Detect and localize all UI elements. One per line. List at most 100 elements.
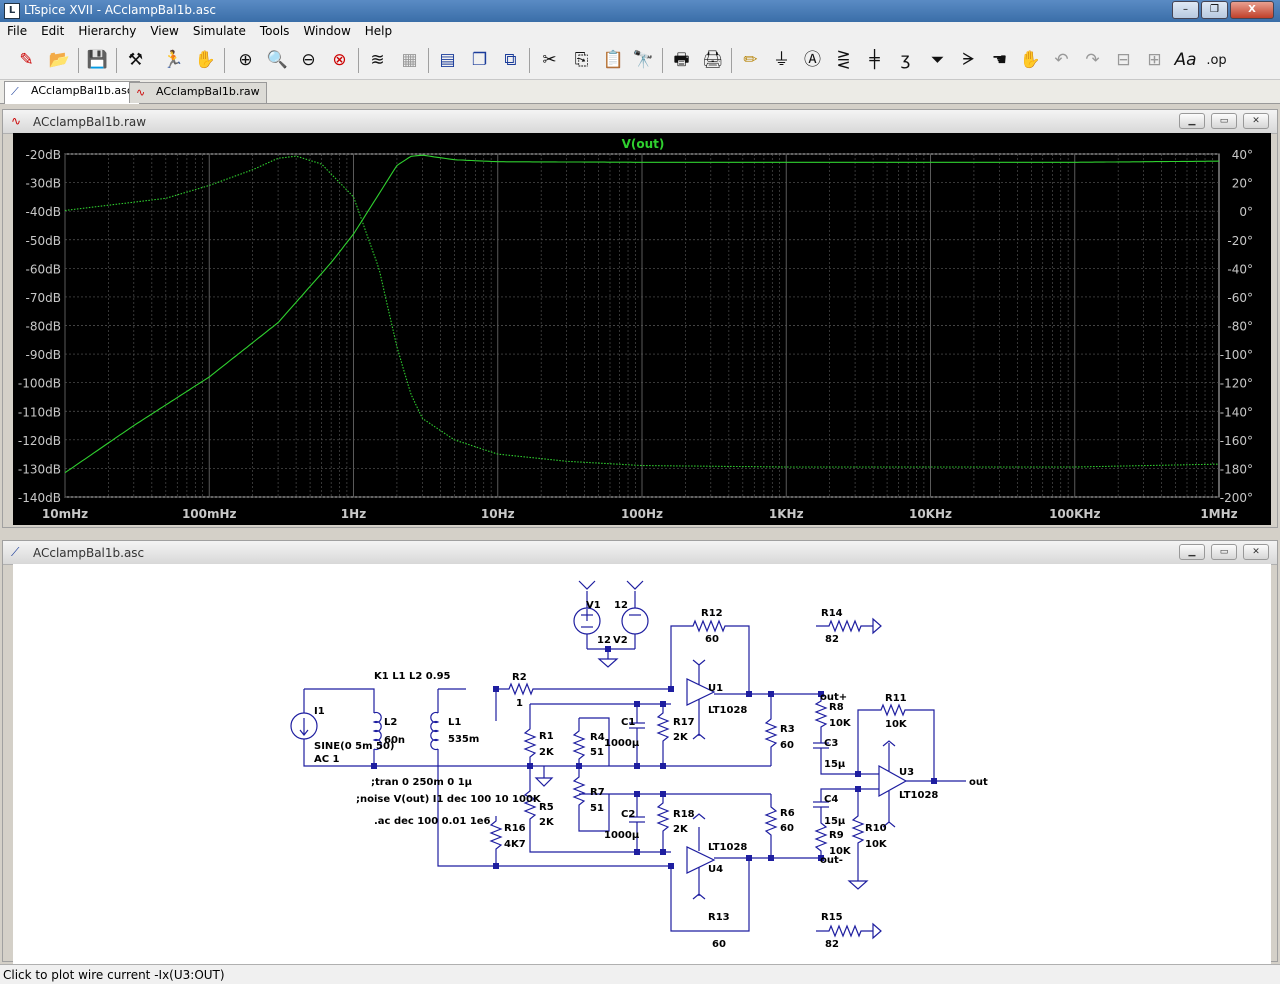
schematic-label[interactable]: R14 bbox=[821, 608, 843, 619]
schematic-label[interactable]: 1000µ bbox=[604, 830, 640, 841]
menu-window[interactable]: Window bbox=[296, 22, 357, 42]
close-button[interactable]: X bbox=[1230, 1, 1274, 19]
find-icon[interactable]: 🔭 bbox=[630, 47, 657, 74]
menu-tools[interactable]: Tools bbox=[253, 22, 297, 42]
schematic-label[interactable]: I1 bbox=[314, 706, 325, 717]
drag-icon[interactable]: ✋ bbox=[1017, 47, 1044, 74]
new-schematic-icon[interactable]: ✎ bbox=[13, 47, 40, 74]
tab-schematic[interactable]: ⟋ ACclampBal1b.asc bbox=[4, 81, 140, 104]
schematic-label[interactable]: out- bbox=[820, 855, 843, 866]
schematic-label[interactable]: 60 bbox=[712, 939, 726, 950]
schematic-label[interactable]: R3 bbox=[780, 724, 795, 735]
schematic-label[interactable]: 82 bbox=[825, 939, 839, 950]
schematic-label[interactable]: R11 bbox=[885, 693, 907, 704]
diode-icon[interactable]: ⏷ bbox=[924, 47, 951, 74]
schematic-label[interactable]: C1 bbox=[621, 717, 635, 728]
plot-minimize-button[interactable]: ▁ bbox=[1179, 113, 1205, 129]
zoom-pan-icon[interactable]: 🔍 bbox=[264, 47, 291, 74]
undo-icon[interactable]: ↶ bbox=[1048, 47, 1075, 74]
menu-view[interactable]: View bbox=[143, 22, 185, 42]
schematic-close-button[interactable]: ✕ bbox=[1243, 544, 1269, 560]
schematic-label[interactable]: 12 bbox=[614, 600, 628, 611]
print-preview-icon[interactable]: 🖨 bbox=[699, 47, 726, 74]
schematic-label[interactable]: .ac dec 100 0.01 1e6 bbox=[374, 816, 491, 827]
menu-help[interactable]: Help bbox=[358, 22, 399, 42]
schematic-label[interactable]: R17 bbox=[673, 717, 695, 728]
plot-maximize-button[interactable]: ▭ bbox=[1211, 113, 1237, 129]
schematic-label[interactable]: L2 bbox=[384, 717, 397, 728]
rotate-icon[interactable]: ⊟ bbox=[1110, 47, 1137, 74]
schematic-label[interactable]: R18 bbox=[673, 809, 695, 820]
zoom-out-icon[interactable]: ⊖ bbox=[295, 47, 322, 74]
print-icon[interactable]: 🖶 bbox=[668, 47, 695, 74]
schematic-label[interactable]: out bbox=[969, 777, 988, 788]
schematic-label[interactable]: 2K bbox=[539, 817, 555, 828]
schematic-label[interactable]: 535m bbox=[448, 734, 479, 745]
schematic-label[interactable]: LT1028 bbox=[708, 842, 747, 853]
schematic-label[interactable]: U1 bbox=[708, 683, 723, 694]
schematic-label[interactable]: ;noise V(out) I1 dec 100 10 100K bbox=[356, 794, 542, 805]
plot-settings-icon[interactable]: ▦ bbox=[396, 47, 423, 74]
schematic-label[interactable]: R16 bbox=[504, 823, 526, 834]
maximize-button[interactable]: ❐ bbox=[1201, 1, 1228, 19]
schematic-label[interactable]: R8 bbox=[829, 702, 844, 713]
inductor-icon[interactable]: ʒ bbox=[892, 47, 919, 74]
schematic-label[interactable]: 51 bbox=[590, 747, 604, 758]
plot-close-button[interactable]: ✕ bbox=[1243, 113, 1269, 129]
schematic-label[interactable]: R7 bbox=[590, 787, 605, 798]
run-icon[interactable]: 🏃 bbox=[160, 47, 187, 74]
autorange-icon[interactable]: ≋ bbox=[364, 47, 391, 74]
schematic-label[interactable]: LT1028 bbox=[899, 790, 938, 801]
schematic-label[interactable]: 4K7 bbox=[504, 839, 526, 850]
schematic-label[interactable]: 10K bbox=[865, 839, 888, 850]
schematic-label[interactable]: V1 bbox=[586, 600, 601, 611]
schematic-label[interactable]: C2 bbox=[621, 809, 635, 820]
schematic-label[interactable]: 15µ bbox=[824, 816, 846, 827]
mirror-icon[interactable]: ⊞ bbox=[1141, 47, 1168, 74]
wire-icon[interactable]: ✏ bbox=[737, 47, 764, 74]
tab-waveform[interactable]: ∿ ACclampBal1b.raw bbox=[129, 82, 267, 103]
tile-horizontal-icon[interactable]: ▤ bbox=[434, 47, 461, 74]
schematic-drawing[interactable]: V1 1212 V2R1260R1482K1 L1 L2 0.95 R21U1out+… bbox=[13, 564, 1271, 978]
schematic-label[interactable]: R9 bbox=[829, 830, 844, 841]
trace-title-vout[interactable]: V(out) bbox=[622, 137, 665, 151]
schematic-label[interactable]: R10 bbox=[865, 823, 887, 834]
menu-hierarchy[interactable]: Hierarchy bbox=[71, 22, 143, 42]
move-icon[interactable]: ☚ bbox=[986, 47, 1013, 74]
schematic-label[interactable]: 1000µ bbox=[604, 738, 640, 749]
schematic-label[interactable]: R6 bbox=[780, 808, 795, 819]
schematic-label[interactable]: R4 bbox=[590, 732, 605, 743]
bode-plot-canvas[interactable]: -20dB 40° -30dB 20° -40dB 0° -50dB -20° -60dB -40… bbox=[13, 133, 1271, 525]
open-icon[interactable]: 📂 bbox=[46, 47, 73, 74]
capacitor-icon[interactable]: ╪ bbox=[861, 47, 888, 74]
label-icon[interactable]: Ⓐ bbox=[799, 47, 826, 74]
close-windows-icon[interactable]: ⧉ bbox=[497, 47, 524, 74]
schematic-label[interactable]: C4 bbox=[824, 794, 838, 805]
schematic-label[interactable]: 51 bbox=[590, 803, 604, 814]
schematic-label[interactable]: R15 bbox=[821, 912, 843, 923]
schematic-maximize-button[interactable]: ▭ bbox=[1211, 544, 1237, 560]
schematic-label[interactable]: LT1028 bbox=[708, 705, 747, 716]
schematic-label[interactable]: 82 bbox=[825, 634, 839, 645]
schematic-label[interactable]: C3 bbox=[824, 738, 838, 749]
schematic-label[interactable]: 2K bbox=[673, 732, 689, 743]
schematic-label[interactable]: R5 bbox=[539, 802, 554, 813]
schematic-label[interactable]: 2K bbox=[673, 824, 689, 835]
waveform-plot[interactable]: -20dB 40° -30dB 20° -40dB 0° -50dB -20° -60dB -40… bbox=[13, 133, 1271, 525]
resistor-icon[interactable]: ⋛ bbox=[830, 47, 857, 74]
schematic-label[interactable]: R13 bbox=[708, 912, 730, 923]
schematic-label[interactable]: 10K bbox=[829, 718, 852, 729]
component-icon[interactable]: ᗒ bbox=[955, 47, 982, 74]
schematic-label[interactable]: ;tran 0 250m 0 1µ bbox=[371, 777, 473, 788]
schematic-label[interactable]: 60 bbox=[780, 740, 794, 751]
schematic-label[interactable]: 12 bbox=[597, 635, 611, 646]
menu-file[interactable]: File bbox=[0, 22, 34, 42]
zoom-in-icon[interactable]: ⊕ bbox=[232, 47, 259, 74]
schematic-label[interactable]: R1 bbox=[539, 731, 554, 742]
schematic-label[interactable]: AC 1 bbox=[314, 754, 340, 765]
schematic-label[interactable]: V2 bbox=[613, 635, 628, 646]
save-icon[interactable]: 💾 bbox=[84, 47, 111, 74]
menu-simulate[interactable]: Simulate bbox=[186, 22, 253, 42]
paste-icon[interactable]: 📋 bbox=[600, 47, 627, 74]
schematic-label[interactable]: U3 bbox=[899, 767, 914, 778]
